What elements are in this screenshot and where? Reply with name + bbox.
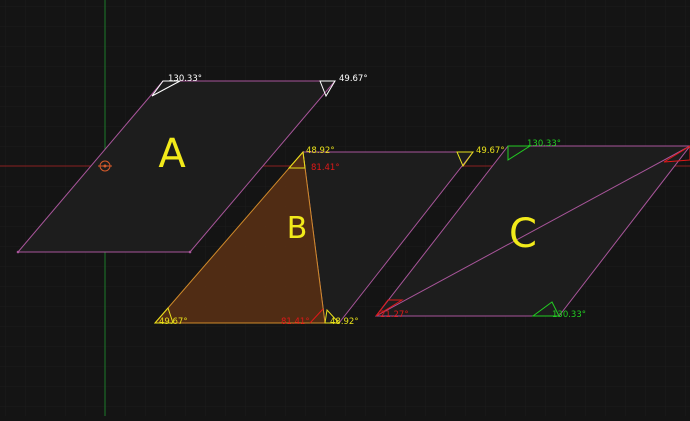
shape-label-c: C — [509, 211, 537, 257]
angle-label-b-top-red: 81.41° — [311, 163, 340, 173]
angle-label-c-bottom-left: 21.27° — [380, 310, 409, 320]
angle-label-b-bottom-left: 49.67° — [159, 317, 188, 327]
vertex-a-bottom-left[interactable] — [16, 250, 20, 254]
angle-label-a-top-left: 130.33° — [168, 74, 202, 84]
angle-label-c-bottom-right: 130.33° — [552, 310, 586, 320]
geometry-canvas[interactable]: A B C 130.33° 49.67° 48.92° 81.41° 49.67… — [0, 0, 690, 416]
vertex-a-bottom-right[interactable] — [188, 250, 192, 254]
angle-label-c-top: 130.33° — [527, 139, 561, 149]
angle-label-b-bottom-right: 48.92° — [330, 317, 359, 327]
angle-label-b-bottom-red: 81.41° — [281, 317, 310, 327]
shape-label-a: A — [158, 131, 186, 177]
angle-label-b-top: 48.92° — [306, 146, 335, 156]
canvas-viewport[interactable]: A B C 130.33° 49.67° 48.92° 81.41° 49.67… — [0, 0, 690, 416]
angle-label-b-right-top: 49.67° — [476, 146, 505, 156]
shape-label-b: B — [287, 211, 308, 246]
angle-label-a-top-right: 49.67° — [339, 74, 368, 84]
